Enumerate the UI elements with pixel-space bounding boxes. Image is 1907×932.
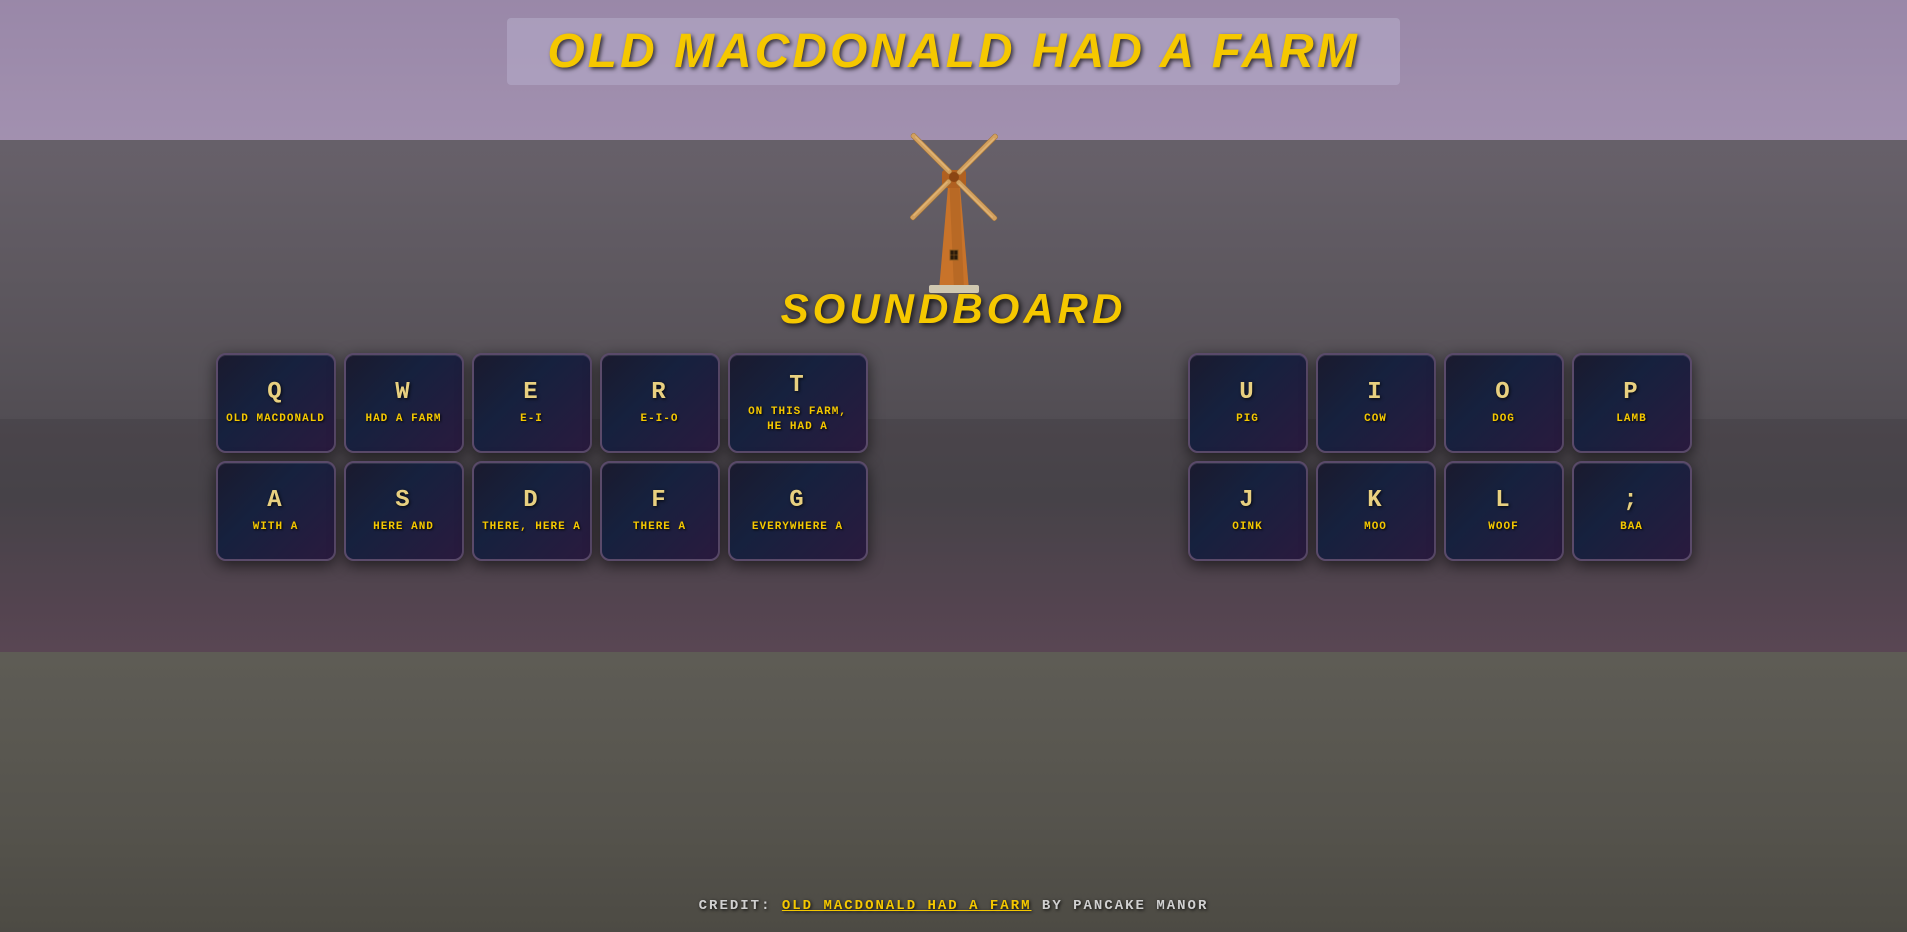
key-R[interactable]: R E-I-O [600,353,720,453]
key-U[interactable]: U PIG [1188,353,1308,453]
key-letter-U: U [1239,379,1255,406]
key-letter-Q: Q [267,379,283,406]
title-box: OLD MACDONALD HAD A FARM [507,18,1399,85]
left-row-2: A WITH A S HERE AND D THERE, HERE A F TH… [216,461,868,561]
key-letter-P: P [1623,379,1639,406]
key-label-A: WITH A [247,520,305,534]
key-label-W: HAD A FARM [359,412,447,426]
key-letter-F: F [651,487,667,514]
key-label-O: DOG [1486,412,1521,426]
key-letter-K: K [1367,487,1383,514]
key-K[interactable]: K MOO [1316,461,1436,561]
right-keys-group: U PIG I COW O DOG P LAMB [1188,353,1692,561]
key-label-S: HERE AND [367,520,440,534]
key-L[interactable]: L WOOF [1444,461,1564,561]
key-J[interactable]: J OINK [1188,461,1308,561]
key-letter-J: J [1239,487,1255,514]
key-label-E: E-I [514,412,549,426]
right-row-1: U PIG I COW O DOG P LAMB [1188,353,1692,453]
right-row-2: J OINK K MOO L WOOF ; BAA [1188,461,1692,561]
credit-prefix: CREDIT: [699,898,782,914]
key-letter-W: W [395,379,411,406]
key-letter-T: T [789,372,805,399]
key-label-L: WOOF [1482,520,1524,534]
key-letter-E: E [523,379,539,406]
key-E[interactable]: E E-I [472,353,592,453]
key-label-R: E-I-O [634,412,684,426]
key-letter-D: D [523,487,539,514]
key-label-T: ON THIS FARM,HE HAD A [742,405,853,434]
key-label-I: COW [1358,412,1393,426]
key-A[interactable]: A WITH A [216,461,336,561]
key-P[interactable]: P LAMB [1572,353,1692,453]
windmill-graphic [874,95,1034,295]
key-label-D: THERE, HERE A [476,520,587,534]
credit-suffix: BY PANCAKE MANOR [1032,898,1209,914]
credit-link[interactable]: OLD MACDONALD HAD A FARM [782,898,1032,914]
key-letter-A: A [267,487,283,514]
key-O[interactable]: O DOG [1444,353,1564,453]
credit-footer: CREDIT: OLD MACDONALD HAD A FARM BY PANC… [699,898,1209,914]
key-G[interactable]: G EVERYWHERE A [728,461,868,561]
key-label-F: THERE A [627,520,692,534]
key-label-K: MOO [1358,520,1393,534]
key-D[interactable]: D THERE, HERE A [472,461,592,561]
key-label-U: PIG [1230,412,1265,426]
key-Q[interactable]: Q OLD MACDONALD [216,353,336,453]
page-title: OLD MACDONALD HAD A FARM [547,24,1359,79]
keys-area: Q OLD MACDONALD W HAD A FARM E E-I R E-I… [0,353,1907,561]
key-W[interactable]: W HAD A FARM [344,353,464,453]
key-letter-G: G [789,487,805,514]
key-S[interactable]: S HERE AND [344,461,464,561]
key-I[interactable]: I COW [1316,353,1436,453]
key-label-semicolon: BAA [1614,520,1649,534]
left-row-1: Q OLD MACDONALD W HAD A FARM E E-I R E-I… [216,353,868,453]
windmill-icon [874,95,1034,295]
key-label-J: OINK [1226,520,1268,534]
key-letter-L: L [1495,487,1511,514]
key-label-P: LAMB [1610,412,1652,426]
key-letter-S: S [395,487,411,514]
left-keys-group: Q OLD MACDONALD W HAD A FARM E E-I R E-I… [216,353,868,561]
key-label-G: EVERYWHERE A [746,520,849,534]
key-F[interactable]: F THERE A [600,461,720,561]
key-letter-semicolon: ; [1623,487,1639,514]
key-letter-R: R [651,379,667,406]
key-semicolon[interactable]: ; BAA [1572,461,1692,561]
key-letter-O: O [1495,379,1511,406]
key-letter-I: I [1367,379,1383,406]
key-T[interactable]: T ON THIS FARM,HE HAD A [728,353,868,453]
key-label-Q: OLD MACDONALD [220,412,331,426]
main-content: OLD MACDONALD HAD A FARM [0,0,1907,932]
